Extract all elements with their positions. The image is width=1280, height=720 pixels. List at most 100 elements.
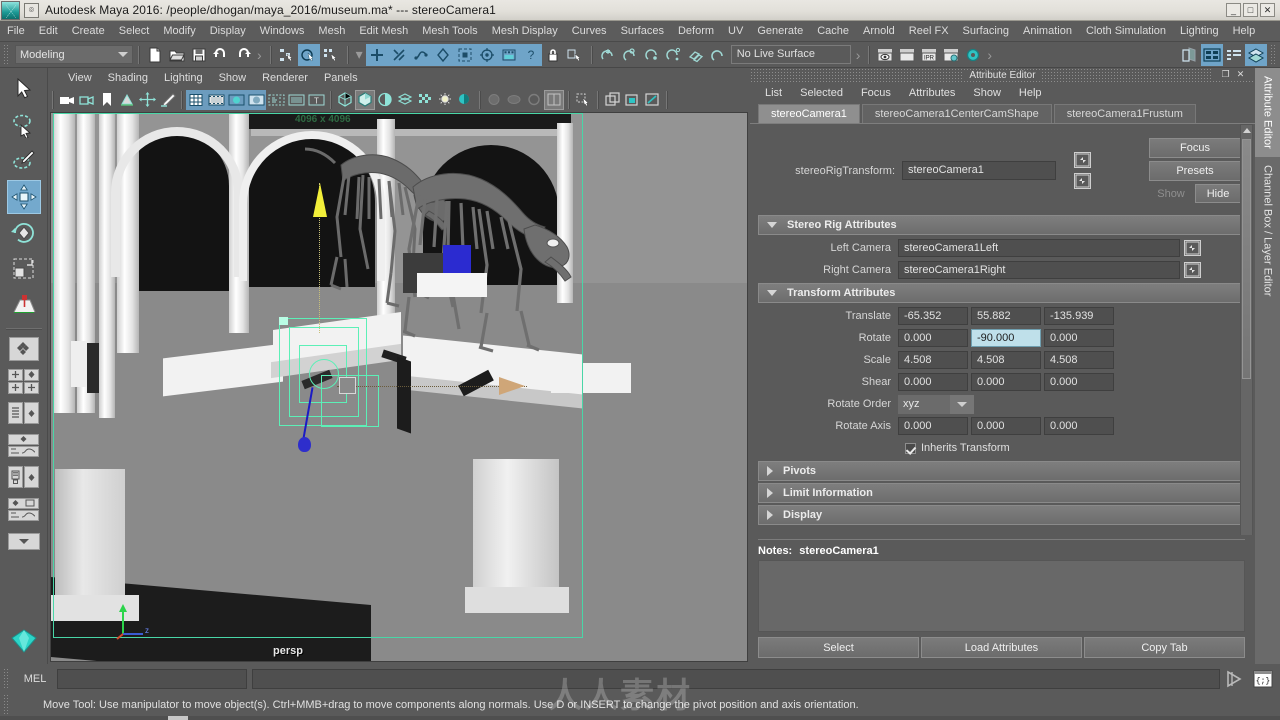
menu-item-modify[interactable]: Modify [156,21,202,41]
help-line-grip[interactable] [3,693,10,716]
attribute-editor-menu-item-selected[interactable]: Selected [791,83,852,103]
viewport-menu-item-lighting[interactable]: Lighting [156,69,211,87]
translate-z-field[interactable]: -135.939 [1044,307,1114,325]
script-language-label[interactable]: MEL [13,673,57,685]
shaded-wireframe-icon[interactable] [395,90,415,110]
xray-icon[interactable] [602,90,622,110]
four-view-layout[interactable] [6,366,42,396]
multisample-icon[interactable] [524,90,544,110]
close-panel-button[interactable]: ✕ [1234,68,1247,81]
menu-item-uv[interactable]: UV [721,21,750,41]
menu-item-mesh[interactable]: Mesh [311,21,352,41]
viewport-menu-item-panels[interactable]: Panels [316,69,366,87]
select-component-icon[interactable] [320,44,342,66]
snap-curve-icon[interactable] [387,43,410,66]
select-object-icon[interactable] [297,43,320,66]
bookmark-icon[interactable] [97,90,117,110]
command-input-field[interactable] [57,668,247,689]
undo-icon[interactable] [210,44,232,66]
open-scene-icon[interactable] [166,44,188,66]
move-manipulator-center-box[interactable] [339,377,356,394]
snap-point-icon[interactable] [409,43,432,66]
shadow-toggle-icon[interactable] [455,90,475,110]
side-tab-channel-box-layer-editor[interactable]: Channel Box / Layer Editor [1255,156,1280,305]
undock-panel-button[interactable]: ❐ [1219,68,1232,81]
exposure-icon[interactable] [286,90,306,110]
attribute-editor-toggle-icon[interactable] [1201,43,1223,66]
two-d-pan-zoom-icon[interactable] [137,90,157,110]
node-name-field[interactable]: stereoCamera1 [902,161,1056,180]
persp-hypershade-layout[interactable] [6,462,42,492]
left-camera-goto-icon[interactable] [1184,240,1201,256]
inherits-transform-checkbox[interactable] [905,442,916,454]
scale-y-field[interactable]: 4.508 [971,351,1041,369]
attribute-editor-button-copy-tab[interactable]: Copy Tab [1084,637,1245,658]
snap-make-live-icon[interactable] [475,43,498,66]
rotate-axis-z-field[interactable]: 0.000 [1044,417,1114,435]
attribute-editor-tab-stereocamera1frustum[interactable]: stereoCamera1Frustum [1053,104,1196,123]
viewport-menu-item-show[interactable]: Show [211,69,255,87]
side-tab-attribute-editor[interactable]: Attribute Editor [1255,68,1280,157]
render-sequence-icon[interactable] [896,44,918,66]
snap-projected-center-icon[interactable] [431,43,454,66]
scrollbar-thumb[interactable] [1242,139,1251,379]
move-manipulator-y-axis-arrow[interactable] [313,183,327,217]
toolbar-grip[interactable] [3,43,10,66]
menu-item-windows[interactable]: Windows [253,21,312,41]
rotate-order-value[interactable]: xyz [898,398,950,410]
attribute-editor-button-select[interactable]: Select [758,637,919,658]
lasso-select-tool[interactable] [7,108,41,142]
attribute-editor-menu-item-list[interactable]: List [756,83,791,103]
rotate-y-field[interactable]: -90.000 [971,329,1041,347]
command-line-grip[interactable] [3,667,10,690]
last-tool-used[interactable] [7,288,41,322]
viewport-menu-item-renderer[interactable]: Renderer [254,69,316,87]
render-settings-icon[interactable] [940,44,962,66]
save-scene-icon[interactable] [188,44,210,66]
wireframe-icon[interactable] [335,90,355,110]
rotate-z-field[interactable]: 0.000 [1044,329,1114,347]
select-by-name-icon[interactable] [564,44,586,66]
render-view-icon[interactable] [497,43,520,66]
title-safe-icon[interactable]: T [306,90,326,110]
attribute-editor-menu-item-show[interactable]: Show [964,83,1010,103]
menu-item-curves[interactable]: Curves [565,21,614,41]
shear-y-field[interactable]: 0.000 [971,373,1041,391]
hypershade-icon[interactable] [962,44,984,66]
scale-z-field[interactable]: 4.508 [1044,351,1114,369]
lock-icon[interactable] [542,44,564,66]
xray-joints-icon[interactable] [622,90,642,110]
script-editor-icon[interactable]: {;} [1252,668,1274,690]
notes-textarea[interactable] [758,560,1245,632]
execute-script-icon[interactable] [1224,668,1246,690]
scale-tool[interactable] [7,252,41,286]
section-transform-attributes[interactable]: Transform Attributes [758,283,1245,303]
menu-item-cache[interactable]: Cache [810,21,856,41]
translate-x-field[interactable]: -65.352 [898,307,968,325]
attribute-editor-menu-item-focus[interactable]: Focus [852,83,900,103]
new-scene-icon[interactable] [144,44,166,66]
menu-item-display[interactable]: Display [203,21,253,41]
menu-item-mesh-display[interactable]: Mesh Display [485,21,565,41]
select-tool[interactable] [7,72,41,106]
perspective-viewport[interactable]: 4096 x 4096 z persp [50,112,748,662]
snap-grid-icon[interactable] [365,43,388,66]
menu-item-mesh-tools[interactable]: Mesh Tools [415,21,484,41]
flat-shade-icon[interactable] [375,90,395,110]
depth-of-field-icon[interactable] [544,89,564,110]
shear-x-field[interactable]: 0.000 [898,373,968,391]
scale-x-field[interactable]: 4.508 [898,351,968,369]
menu-item-generate[interactable]: Generate [750,21,810,41]
move-tool[interactable] [6,180,41,214]
motion-blur-icon[interactable] [504,90,524,110]
attribute-editor-menu-item-help[interactable]: Help [1010,83,1051,103]
snap-view-plane-icon[interactable] [453,43,476,66]
menu-item-select[interactable]: Select [112,21,157,41]
menu-item-animation[interactable]: Animation [1016,21,1079,41]
rotate-x-field[interactable]: 0.000 [898,329,968,347]
scroll-up-arrow-icon[interactable] [1241,125,1252,136]
menu-item-surfacing[interactable]: Surfacing [956,21,1016,41]
menu-item-arnold[interactable]: Arnold [856,21,902,41]
smooth-shade-icon[interactable] [355,89,375,110]
persp-outliner-layout[interactable] [6,398,42,428]
